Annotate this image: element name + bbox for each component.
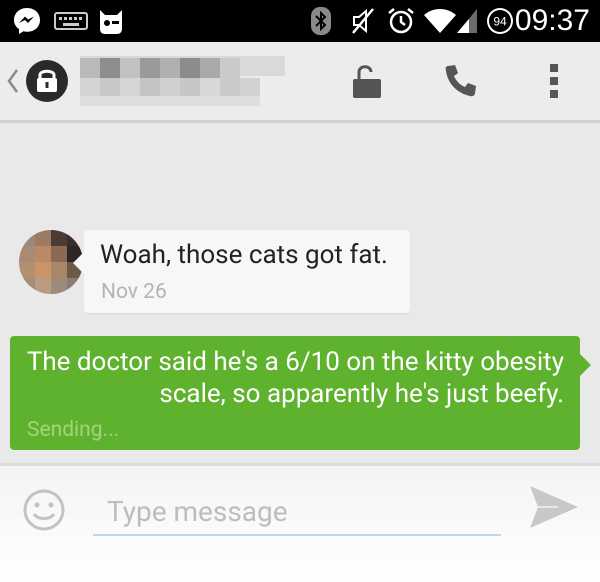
signal-icon <box>455 7 479 35</box>
message-input[interactable] <box>93 488 501 536</box>
wifi-icon <box>423 7 457 35</box>
outgoing-message-status: Sending... <box>27 418 120 442</box>
mute-icon <box>349 7 377 35</box>
action-bar <box>0 42 600 123</box>
alarm-icon <box>386 7 416 35</box>
bluetooth-icon <box>309 7 333 35</box>
emoji-icon[interactable] <box>22 488 66 532</box>
keyboard-icon <box>53 7 89 35</box>
notification-count-icon: 94 <box>485 7 515 35</box>
back-chevron-icon[interactable] <box>6 66 20 96</box>
phone-call-icon[interactable] <box>441 60 481 102</box>
messenger-icon <box>12 7 42 35</box>
secure-conversation-icon[interactable] <box>24 58 70 104</box>
incoming-message-text: Woah, those cats got fat. <box>100 240 388 270</box>
message-composer <box>0 463 600 582</box>
notification-count: 94 <box>493 15 507 29</box>
overflow-menu-icon[interactable] <box>546 60 562 102</box>
send-icon[interactable] <box>528 484 580 530</box>
outgoing-message-text: The doctor said he's a 6/10 on the kitty… <box>26 347 564 409</box>
cyanogen-mod-icon <box>95 7 127 35</box>
status-bar: 94 09:37 <box>0 0 600 42</box>
contact-name-pixelated[interactable] <box>80 56 285 106</box>
conversation-thread[interactable]: Woah, those cats got fat. Nov 26 The doc… <box>0 123 600 463</box>
incoming-message-bubble[interactable]: Woah, those cats got fat. Nov 26 <box>73 230 410 313</box>
outgoing-message-bubble[interactable]: The doctor said he's a 6/10 on the kitty… <box>10 336 591 450</box>
incoming-message-timestamp: Nov 26 <box>101 280 167 304</box>
unlock-icon[interactable] <box>350 60 384 102</box>
clock: 09:37 <box>514 4 590 37</box>
